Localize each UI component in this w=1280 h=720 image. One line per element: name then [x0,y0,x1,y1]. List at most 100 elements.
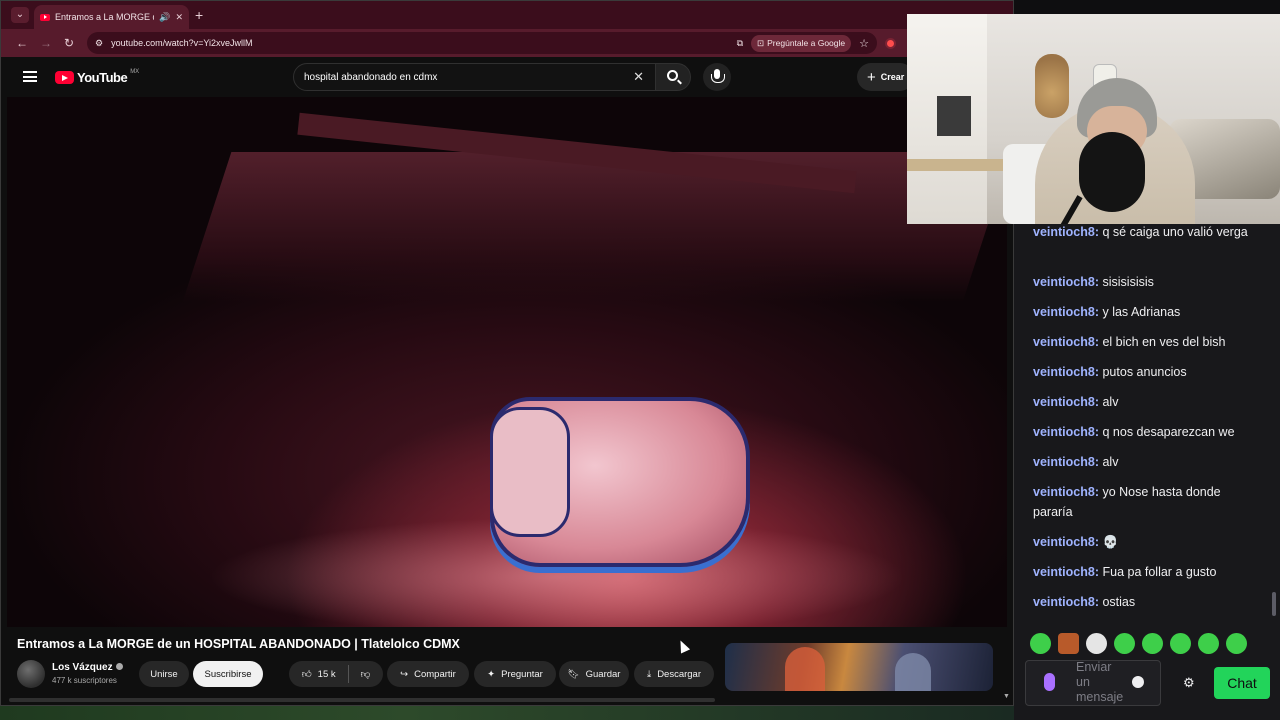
desktop-background [0,706,1014,720]
join-label: Unirse [150,668,178,680]
chat-username[interactable]: veintioch8: [1033,535,1099,549]
chat-message-text: y las Adrianas [1102,305,1181,319]
emote-icon[interactable] [1142,632,1163,654]
webcam-desk [907,159,1017,171]
ask-label: Preguntar [501,668,543,680]
download-button[interactable]: ⤓ Descargar [634,661,714,687]
back-icon[interactable]: ← [16,35,28,51]
like-divider [347,665,349,683]
chat-message: veintioch8: sisisisisis [1033,272,1261,292]
chat-message: veintioch8: alv [1033,392,1261,412]
voice-input-icon[interactable] [1044,673,1055,691]
subscribe-button[interactable]: Suscribirse [193,661,263,687]
chat-username[interactable]: veintioch8: [1033,485,1099,499]
close-tab-icon[interactable]: ✕ [175,12,183,23]
microphone-icon [711,69,725,83]
chat-settings-gear-icon[interactable]: ⚙ [1183,676,1195,689]
chat-username[interactable]: veintioch8: [1033,455,1099,469]
create-label: Crear [880,72,905,82]
webcam-overlay [907,14,1280,224]
emote-icon[interactable] [1030,632,1051,654]
tab-list-button[interactable]: ⌄ [11,7,29,23]
thumbnail-figure-2 [895,653,931,691]
like-dislike-group: 👍︎ 15 k 👎︎ [289,661,383,687]
emote-icon[interactable] [1086,632,1107,654]
reload-icon[interactable]: ↻ [64,35,74,51]
chat-username[interactable]: veintioch8: [1033,305,1099,319]
ask-google-label: Pregúntale a Google [767,38,846,48]
share-label: Compartir [414,668,456,680]
bookmark-star-icon[interactable]: ☆ [859,37,869,50]
scroll-down-arrow-icon[interactable]: ▼ [1003,693,1010,700]
ask-button[interactable]: ✦ Preguntar [474,661,556,687]
chat-send-button[interactable]: Chat [1214,667,1270,699]
chat-message: veintioch8: y las Adrianas [1033,302,1261,322]
new-tab-button[interactable]: + [195,7,203,23]
video-title: Entramos a La MORGE de un HOSPITAL ABAND… [17,637,460,651]
voice-search-button[interactable] [703,63,731,91]
hamburger-menu-icon[interactable] [23,71,37,82]
tab-youtube[interactable]: Entramos a La MORGE de u 🔊 ✕ [34,5,189,29]
chat-username[interactable]: veintioch8: [1033,395,1099,409]
chat-message-text: ostias [1102,595,1136,609]
share-button[interactable]: ↪ Compartir [387,661,469,687]
youtube-play-icon [55,71,74,84]
emote-icon[interactable] [1058,632,1079,654]
channel-avatar[interactable] [17,660,45,688]
emote-icon[interactable] [1226,632,1247,654]
audio-icon[interactable]: 🔊 [159,12,170,23]
lens-icon: ⊡ [757,37,765,48]
chat-message-text: el bich en ves del bish [1102,335,1226,349]
sparkle-icon: ✦ [487,668,496,680]
chat-input-placeholder: Enviar un mensaje [1076,660,1124,704]
emote-icon[interactable] [1198,632,1219,654]
emoji-picker-icon[interactable] [1132,676,1144,688]
forward-icon[interactable]: → [40,35,52,51]
region-code: MX [130,68,140,75]
clear-search-icon[interactable]: ✕ [633,69,644,85]
site-info-icon[interactable]: ⚙ [95,38,103,49]
join-button[interactable]: Unirse [139,661,189,687]
chat-username[interactable]: veintioch8: [1033,275,1099,289]
horizontal-scrollbar[interactable] [9,698,715,702]
chat-username[interactable]: veintioch8: [1033,565,1099,579]
youtube-masthead: YouTube MX hospital abandonado en cdmx ✕… [1,57,1013,97]
youtube-logo-text: YouTube [77,70,128,85]
chat-message-text: q sé caiga uno valió verga [1102,225,1248,239]
dislike-icon[interactable]: 👎︎ [361,668,371,680]
video-player[interactable] [7,97,1007,627]
chat-message: veintioch8: 💀 [1033,532,1261,552]
emote-icon[interactable] [1114,632,1135,654]
search-icon [667,70,678,81]
search-input[interactable]: hospital abandonado en cdmx ✕ [293,63,657,91]
like-button[interactable]: 👍︎ 15 k [302,668,336,681]
chat-username[interactable]: veintioch8: [1033,335,1099,349]
video-scene-ceiling [182,152,1007,302]
emote-icon[interactable] [1170,632,1191,654]
search-button[interactable] [655,63,691,91]
tab-bar: ⌄ Entramos a La MORGE de u 🔊 ✕ + [1,1,1013,29]
chat-username[interactable]: veintioch8: [1033,595,1099,609]
chat-username[interactable]: veintioch8: [1033,225,1099,239]
save-button[interactable]: 🔖︎ Guardar [559,661,629,687]
youtube-logo[interactable]: YouTube MX [55,68,140,85]
recommended-video-thumbnail[interactable] [725,643,993,691]
chat-username[interactable]: veintioch8: [1033,365,1099,379]
chat-message-text: 💀 [1102,535,1119,549]
search-query: hospital abandonado en cdmx [304,71,438,83]
browser-window: ⌄ Entramos a La MORGE de u 🔊 ✕ + ← → ↻ ⚙… [0,0,1014,706]
ask-google-button[interactable]: ⊡ Pregúntale a Google [751,34,852,52]
address-bar[interactable]: ⚙ youtube.com/watch?v=Yi2xveJwllM ⧉ ⊡ Pr… [87,32,877,54]
chat-scrollbar[interactable] [1272,592,1276,616]
cast-icon[interactable]: ⧉ [737,38,743,49]
chat-message: veintioch8: putos anuncios [1033,362,1261,382]
chat-message-text: q nos desaparezcan we [1102,425,1235,439]
chat-username[interactable]: veintioch8: [1033,425,1099,439]
channel-name[interactable]: Los Vázquez [52,662,123,673]
create-button[interactable]: + Crear [857,63,915,91]
chat-message-text: alv [1102,395,1119,409]
like-count: 15 k [317,668,336,680]
recording-icon[interactable] [885,38,896,49]
share-icon: ↪ [400,668,409,680]
chat-message-text: Fua pa follar a gusto [1102,565,1217,579]
